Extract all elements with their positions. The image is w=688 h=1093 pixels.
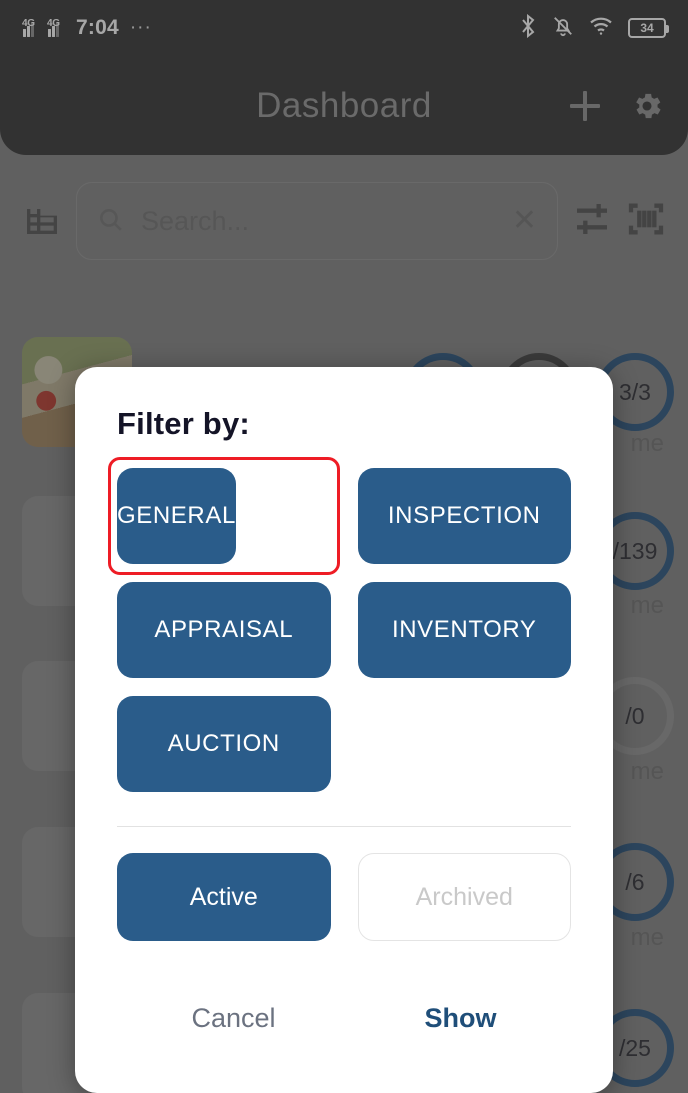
filter-appraisal-button[interactable]: APPRAISAL (117, 582, 331, 678)
cancel-button[interactable]: Cancel (191, 1003, 275, 1034)
general-highlight-box: GENERAL (108, 457, 339, 575)
dialog-actions: Cancel Show (117, 1003, 571, 1034)
phone-screen: 4G 4G 7:04 ··· 34 Dashboard Search... ✕ … (0, 0, 688, 1093)
filter-dialog: Filter by: GENERAL INSPECTION APPRAISAL … (75, 367, 613, 1093)
filter-auction-button[interactable]: AUCTION (117, 696, 331, 792)
filter-inspection-button[interactable]: INSPECTION (357, 468, 571, 564)
dialog-divider (117, 826, 571, 827)
filter-active-button[interactable]: Active (117, 853, 331, 941)
filter-general-button[interactable]: GENERAL (117, 468, 236, 564)
filter-archived-button[interactable]: Archived (357, 853, 571, 941)
show-button[interactable]: Show (425, 1003, 497, 1034)
filter-inventory-button[interactable]: INVENTORY (357, 582, 571, 678)
dialog-title: Filter by: (117, 406, 250, 441)
state-toggle-group: Active Archived (117, 853, 571, 941)
category-grid: GENERAL INSPECTION APPRAISAL INVENTORY A… (108, 457, 571, 792)
